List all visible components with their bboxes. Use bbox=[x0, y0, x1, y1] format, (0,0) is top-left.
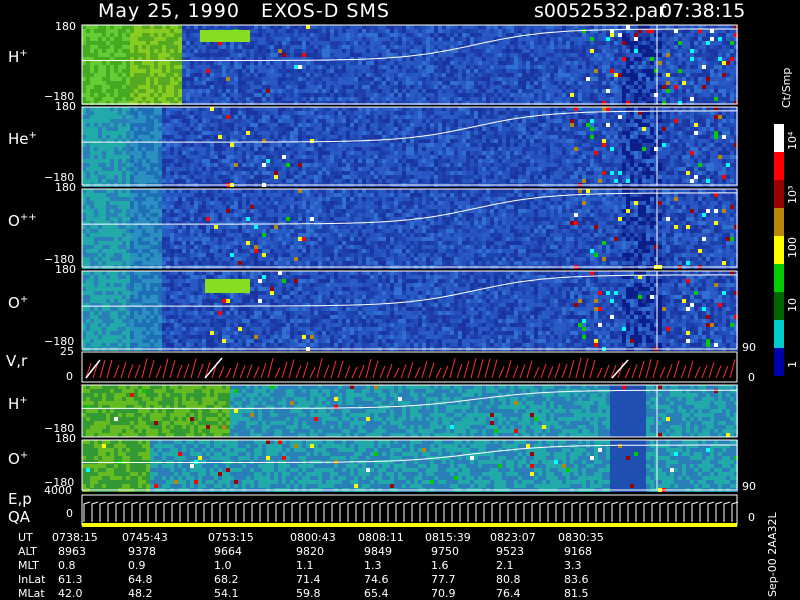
panel-label-v-r: V,r bbox=[6, 352, 28, 370]
ephemeris-cell: 0815:39 bbox=[425, 531, 471, 544]
y-tick-top: 180 bbox=[55, 100, 76, 113]
spectrogram-cells bbox=[82, 271, 738, 351]
ephemeris-cell: 65.4 bbox=[364, 587, 389, 600]
ephemeris-cell: 42.0 bbox=[58, 587, 83, 600]
colorbar-units: Ct/Smp bbox=[780, 67, 793, 108]
y-tick-top: 25 bbox=[60, 345, 74, 358]
panel-label-he-plus: He+ bbox=[8, 130, 37, 148]
ephemeris-cell: 3.3 bbox=[564, 559, 582, 572]
ephemeris-cell: 1.0 bbox=[214, 559, 232, 572]
colorbar-tick-label: 10⁴ bbox=[786, 131, 799, 150]
ephemeris-cell: 0.9 bbox=[128, 559, 146, 572]
panel-label-o-plus-2: O+ bbox=[8, 450, 29, 468]
ephemeris-cell: 64.8 bbox=[128, 573, 153, 586]
colorbar-segment bbox=[774, 208, 784, 236]
colorbar-segment bbox=[774, 348, 784, 376]
ephemeris-cell: 9849 bbox=[364, 545, 392, 558]
ephemeris-cell: 9378 bbox=[128, 545, 156, 558]
ephemeris-cell: 77.7 bbox=[431, 573, 456, 586]
ephemeris-cell: 48.2 bbox=[128, 587, 153, 600]
colorbar-segment bbox=[774, 180, 784, 208]
ephemeris-cell: 0.8 bbox=[58, 559, 76, 572]
ephemeris-cell: 9664 bbox=[214, 545, 242, 558]
ephemeris-row-label: UT bbox=[18, 531, 33, 544]
ephemeris-cell: 80.8 bbox=[496, 573, 521, 586]
colorbar-segment bbox=[774, 236, 784, 264]
ephemeris-cell: 0830:35 bbox=[558, 531, 604, 544]
spectrogram-cells bbox=[82, 25, 738, 105]
ephemeris-cell: 0738:15 bbox=[52, 531, 98, 544]
processing-tag: Sep-00 2AA32L bbox=[766, 512, 779, 597]
ephemeris-cell: 9168 bbox=[564, 545, 592, 558]
ephemeris-cell: 71.4 bbox=[296, 573, 321, 586]
ephemeris-row-label: ALT bbox=[18, 545, 37, 558]
right-tick: 90 bbox=[742, 341, 756, 354]
ephemeris-cell: 61.3 bbox=[58, 573, 83, 586]
panel-label-h-plus-2: H+ bbox=[8, 395, 28, 413]
colorbar-segment bbox=[774, 320, 784, 348]
ephemeris-cell: 0800:43 bbox=[290, 531, 336, 544]
ephemeris-cell: 0823:07 bbox=[490, 531, 536, 544]
spectrogram-cells bbox=[82, 189, 738, 269]
spectrogram-cells bbox=[82, 107, 738, 187]
panel-label-h-plus: H+ bbox=[8, 48, 28, 66]
y-tick-top: 180 bbox=[55, 20, 76, 33]
ephemeris-cell: 9820 bbox=[296, 545, 324, 558]
ephemeris-cell: 0745:43 bbox=[122, 531, 168, 544]
ephemeris-cell: 74.6 bbox=[364, 573, 389, 586]
ephemeris-cell: 2.1 bbox=[496, 559, 514, 572]
ephemeris-cell: 81.5 bbox=[564, 587, 589, 600]
colorbar-segment bbox=[774, 264, 784, 292]
y-tick-bottom: 0 bbox=[66, 370, 73, 383]
y-tick-top: 180 bbox=[55, 432, 76, 445]
ephemeris-cell: 9750 bbox=[431, 545, 459, 558]
ephemeris-cell: 54.1 bbox=[214, 587, 239, 600]
panel-label-qa: QA bbox=[8, 508, 31, 526]
y-tick-top: 4000 bbox=[44, 484, 72, 497]
ephemeris-cell: 59.8 bbox=[296, 587, 321, 600]
ephemeris-cell: 9523 bbox=[496, 545, 524, 558]
colorbar-tick-label: 10³ bbox=[786, 185, 799, 204]
colorbar-segment bbox=[774, 152, 784, 180]
qa-bar bbox=[82, 523, 737, 527]
ephemeris-cell: 1.1 bbox=[296, 559, 314, 572]
ephemeris-cell: 68.2 bbox=[214, 573, 239, 586]
intensity-patch bbox=[200, 30, 250, 42]
ephemeris-cell: 1.3 bbox=[364, 559, 382, 572]
spectrogram-panel bbox=[82, 385, 738, 437]
colorbar-segment bbox=[774, 292, 784, 320]
colorbar-tick-label: 100 bbox=[786, 237, 799, 258]
y-tick-top: 180 bbox=[55, 181, 76, 194]
ephemeris-cell: 8963 bbox=[58, 545, 86, 558]
right-tick: 0 bbox=[748, 511, 755, 524]
spectrogram-panel bbox=[82, 440, 738, 492]
ephemeris-cell: 0753:15 bbox=[208, 531, 254, 544]
y-tick-top: 180 bbox=[55, 263, 76, 276]
ephemeris-cell: 1.6 bbox=[431, 559, 449, 572]
ephemeris-row-label: InLat bbox=[18, 573, 46, 586]
right-tick: 0 bbox=[748, 371, 755, 384]
right-tick: 90 bbox=[742, 480, 756, 493]
colorbar-tick-label: 10 bbox=[786, 298, 799, 312]
ephemeris-cell: 70.9 bbox=[431, 587, 456, 600]
colorbar-tick-label: 1 bbox=[786, 361, 799, 368]
ephemeris-row-label: MLat bbox=[18, 587, 45, 600]
y-tick-bottom: 0 bbox=[66, 507, 73, 520]
ephemeris-cell: 83.6 bbox=[564, 573, 589, 586]
ephemeris-row-label: MLT bbox=[18, 559, 39, 572]
panel-label-e-p: E,p bbox=[8, 490, 32, 508]
ephemeris-cell: 0808:11 bbox=[358, 531, 404, 544]
colorbar-segment bbox=[774, 124, 784, 152]
intensity-patch bbox=[205, 279, 250, 293]
ephemeris-cell: 76.4 bbox=[496, 587, 521, 600]
spectrogram-plot bbox=[81, 24, 784, 527]
panel-label-o-plus: O+ bbox=[8, 294, 29, 312]
panel-label-o-plus-plus: O++ bbox=[8, 212, 37, 230]
